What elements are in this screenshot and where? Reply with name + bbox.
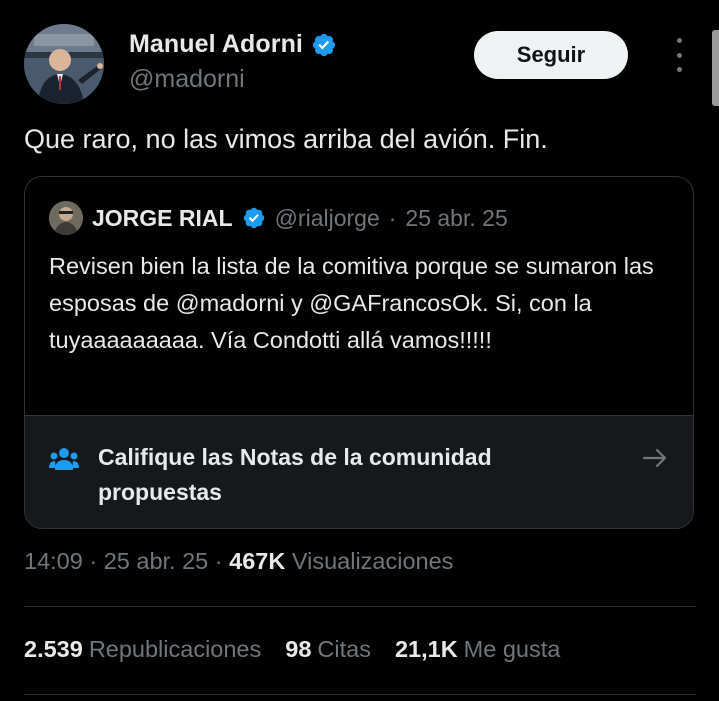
more-options-icon[interactable]: [669, 38, 689, 72]
author-handle[interactable]: @madorni: [129, 65, 337, 94]
divider: [24, 606, 696, 607]
arrow-right-icon: [641, 444, 669, 472]
views-label: Visualizaciones: [291, 548, 454, 574]
tweet-header: Manuel Adorni @madorni Seguir: [24, 24, 695, 104]
quoted-tweet[interactable]: JORGE RIAL @rialjorge · 25 abr. 25 Revis…: [24, 176, 694, 529]
likes-stat[interactable]: 21,1K Me gusta: [395, 636, 560, 663]
views-count: 467K: [229, 548, 286, 574]
tweet-time[interactable]: 14:09: [24, 548, 83, 574]
tweet-date[interactable]: 25 abr. 25: [104, 548, 209, 574]
verified-badge-icon: [242, 206, 266, 230]
divider: [24, 694, 696, 695]
likes-label: Me gusta: [463, 636, 561, 662]
quoted-separator: ·: [388, 204, 397, 231]
quotes-stat[interactable]: 98 Citas: [285, 636, 371, 663]
author-display-name[interactable]: Manuel Adorni: [129, 30, 303, 59]
scrollbar-thumb[interactable]: [712, 30, 719, 106]
quoted-tweet-text: Revisen bien la lista de la comitiva por…: [49, 253, 654, 353]
verified-badge-icon[interactable]: [311, 32, 337, 58]
quoted-date: 25 abr. 25: [405, 204, 508, 231]
reposts-count: 2.539: [24, 636, 83, 662]
author-info: Manuel Adorni @madorni: [129, 30, 337, 94]
tweet-text: Que raro, no las vimos arriba del avión.…: [24, 124, 548, 154]
community-notes-label: Califique las Notas de la comunidad prop…: [98, 444, 492, 505]
author-avatar[interactable]: [24, 24, 104, 104]
quoted-author-handle: @rialjorge: [274, 204, 380, 231]
community-notes-prompt[interactable]: Califique las Notas de la comunidad prop…: [25, 415, 693, 528]
quoted-author-name: JORGE RIAL: [92, 204, 233, 231]
likes-count: 21,1K: [394, 636, 458, 662]
quotes-count: 98: [285, 636, 312, 662]
tweet-stats: 2.539 Republicaciones 98 Citas 21,1K Me gus…: [24, 636, 560, 663]
quoted-tweet-header: JORGE RIAL @rialjorge · 25 abr. 25: [49, 201, 508, 235]
meta-separator: ·: [214, 548, 223, 574]
meta-separator: ·: [89, 548, 98, 574]
quotes-label: Citas: [317, 636, 371, 662]
reposts-label: Republicaciones: [88, 636, 262, 662]
tweet-meta: 14:09 · 25 abr. 25 · 467K Visualizacione…: [24, 548, 453, 575]
follow-button[interactable]: Seguir: [474, 31, 628, 79]
people-icon: [49, 446, 79, 472]
reposts-stat[interactable]: 2.539 Republicaciones: [24, 636, 261, 663]
quoted-author-avatar: [49, 201, 83, 235]
